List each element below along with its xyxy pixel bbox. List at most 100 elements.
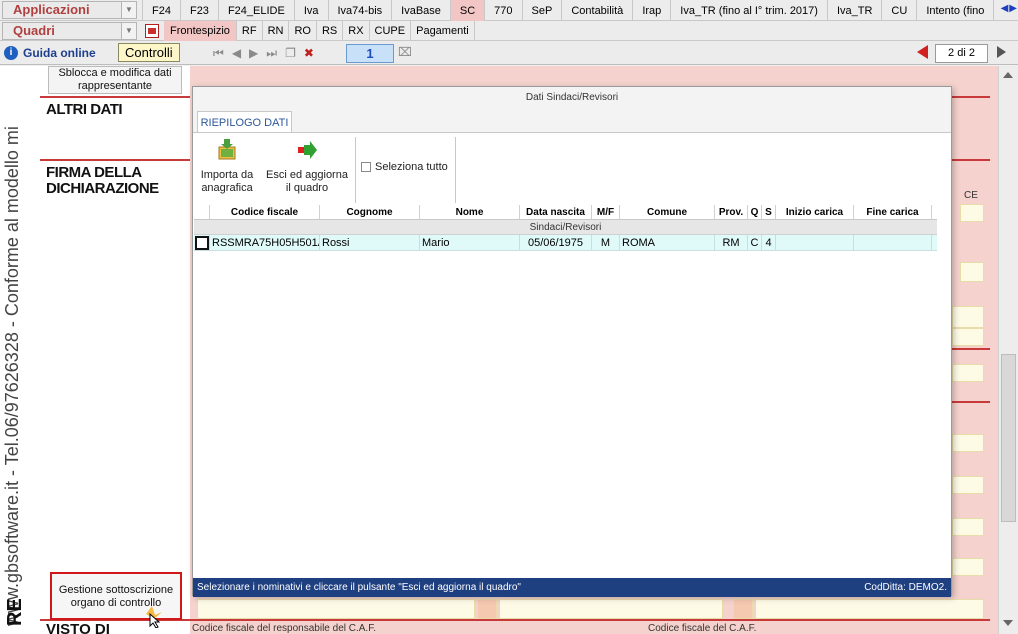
info-icon: i [4, 46, 18, 60]
divider [952, 401, 990, 403]
form-field[interactable] [952, 434, 984, 452]
next-page-icon[interactable]: ▶ [249, 46, 258, 60]
tab-sc[interactable]: SC [450, 0, 486, 21]
form-field[interactable] [952, 328, 984, 346]
form-field[interactable] [733, 599, 753, 619]
sblocca-rappresentante-button[interactable]: Sblocca e modifica dati rappresentante [48, 66, 182, 94]
next-module-icon[interactable] [997, 46, 1006, 58]
delete-icon[interactable]: ⌧ [398, 45, 412, 59]
tab-f23[interactable]: F23 [181, 0, 219, 21]
column-header[interactable]: Prov. [715, 205, 748, 219]
prev-page-icon[interactable]: ◀ [232, 46, 241, 60]
cell-inizio [776, 235, 854, 250]
column-header[interactable]: Inizio carica [776, 205, 854, 219]
tab-riepilogo-dati[interactable]: RIEPILOGO DATI [197, 111, 292, 133]
prev-module-icon[interactable] [917, 45, 928, 59]
divider [40, 96, 190, 98]
seleziona-tutto-checkbox[interactable]: Seleziona tutto [361, 161, 448, 173]
subtab-pagamenti[interactable]: Pagamenti [411, 21, 475, 41]
grid-header: Codice fiscale Cognome Nome Data nascita M/F… [194, 205, 937, 220]
tab-iva74-bis[interactable]: Iva74-bis [329, 0, 393, 21]
cell-cognome: Rossi [320, 235, 420, 250]
column-header[interactable]: Codice fiscale [210, 205, 320, 219]
column-header[interactable]: M/F [592, 205, 620, 219]
form-field[interactable] [952, 558, 984, 576]
tab-contabilit[interactable]: Contabilità [562, 0, 634, 21]
column-header[interactable]: Comune [620, 205, 715, 219]
ribbon: RIEPILOGO DATI Importa da anagrafica Esc… [193, 109, 951, 205]
column-header[interactable]: Q [748, 205, 762, 219]
tab-intento-fino[interactable]: Intento (fino [917, 0, 995, 21]
quadri-bar: Quadri ▼ Frontespizio RF RN RO RS RX CUPE Pagam… [0, 21, 1018, 41]
form-field[interactable] [499, 599, 723, 619]
delete-page-icon[interactable]: ✖ [304, 46, 314, 60]
subtab-rn[interactable]: RN [263, 21, 290, 41]
tab-iva-tr-fino-al-i-trim-2017[interactable]: Iva_TR (fino al I° trim. 2017) [671, 0, 828, 21]
table-row[interactable]: RSSMRA75H05H501A Rossi Mario 05/06/1975 M ROM… [194, 235, 937, 251]
subtab-rs[interactable]: RS [317, 21, 344, 41]
form-field[interactable] [952, 476, 984, 494]
main-menu-bar: Applicazioni ▼ F24 F23 F24_ELIDE Iva Iva74-b… [0, 0, 1018, 21]
module-tabs: F24 F23 F24_ELIDE Iva Iva74-bis IvaBase SC 770 S… [142, 0, 995, 21]
grid-group-row: Sindaci/Revisori [194, 220, 937, 235]
guida-online-button[interactable]: i Guida online [4, 44, 96, 62]
chevron-down-icon[interactable]: ▼ [121, 23, 136, 39]
form-field[interactable] [952, 306, 984, 328]
cell-s: 4 [762, 235, 776, 250]
checkbox-icon[interactable] [195, 236, 209, 250]
tab-iva-tr[interactable]: Iva_TR [828, 0, 883, 21]
ce-label: CE [964, 190, 978, 201]
form-field[interactable] [960, 204, 984, 222]
divider [40, 159, 190, 161]
form-field[interactable] [755, 599, 984, 619]
tab-770[interactable]: 770 [485, 0, 523, 21]
copy-page-icon[interactable]: ❐ [285, 46, 296, 60]
form-field[interactable] [952, 364, 984, 382]
controlli-button[interactable]: Controlli [118, 43, 180, 62]
tab-iva[interactable]: Iva [295, 0, 329, 21]
form-field[interactable] [197, 599, 475, 619]
codfisc-caf-label: Codice fiscale del C.A.F. [648, 623, 757, 634]
row-checkbox[interactable] [194, 235, 210, 250]
subtab-rx[interactable]: RX [343, 21, 370, 41]
column-header[interactable]: Nome [420, 205, 520, 219]
pdf-icon[interactable] [145, 24, 159, 38]
page-number-field[interactable]: 1 [346, 44, 394, 63]
quadri-combo[interactable]: Quadri ▼ [2, 22, 137, 40]
column-header[interactable]: S [762, 205, 776, 219]
chevron-down-icon[interactable]: ▼ [121, 2, 136, 18]
applicazioni-combo[interactable]: Applicazioni ▼ [2, 1, 137, 19]
tab-f24[interactable]: F24 [142, 0, 181, 21]
tab-irap[interactable]: Irap [633, 0, 672, 21]
subtab-cupe[interactable]: CUPE [370, 21, 412, 41]
subtab-frontespizio[interactable]: Frontespizio [164, 21, 237, 41]
tab-scroll-arrows-icon[interactable]: ◀▶ [1001, 3, 1018, 14]
column-header[interactable]: Fine carica [854, 205, 932, 219]
tab-ivabase[interactable]: IvaBase [392, 0, 451, 21]
codfisc-responsabile-label: Codice fiscale del responsabile del C.A.… [192, 623, 376, 634]
cell-comune: ROMA [620, 235, 715, 250]
applicazioni-label: Applicazioni [13, 2, 90, 17]
scroll-up-icon[interactable] [1003, 72, 1013, 78]
column-header[interactable]: Cognome [320, 205, 420, 219]
tab-sep[interactable]: SeP [523, 0, 563, 21]
cell-data: 05/06/1975 [520, 235, 592, 250]
importa-anagrafica-button[interactable]: Importa da anagrafica [197, 139, 257, 195]
tab-f24-elide[interactable]: F24_ELIDE [219, 0, 295, 21]
seleziona-tutto-label: Seleziona tutto [375, 161, 448, 173]
vertical-scrollbar[interactable] [998, 66, 1018, 634]
checkbox-icon[interactable] [361, 162, 371, 172]
last-page-icon[interactable]: ⏭ [266, 46, 277, 61]
scroll-thumb[interactable] [1001, 354, 1016, 522]
subtab-ro[interactable]: RO [289, 21, 317, 41]
scroll-down-icon[interactable] [1003, 620, 1013, 626]
form-field[interactable] [952, 518, 984, 536]
form-field[interactable] [477, 599, 497, 619]
esci-aggiorna-button[interactable]: Esci ed aggiorna il quadro [263, 139, 351, 195]
column-header[interactable]: Data nascita [520, 205, 592, 219]
subtab-rf[interactable]: RF [237, 21, 263, 41]
cell-q: C [748, 235, 762, 250]
form-field[interactable] [960, 262, 984, 282]
tab-cu[interactable]: CU [882, 0, 918, 21]
first-page-icon[interactable]: ⏮ [213, 46, 224, 61]
